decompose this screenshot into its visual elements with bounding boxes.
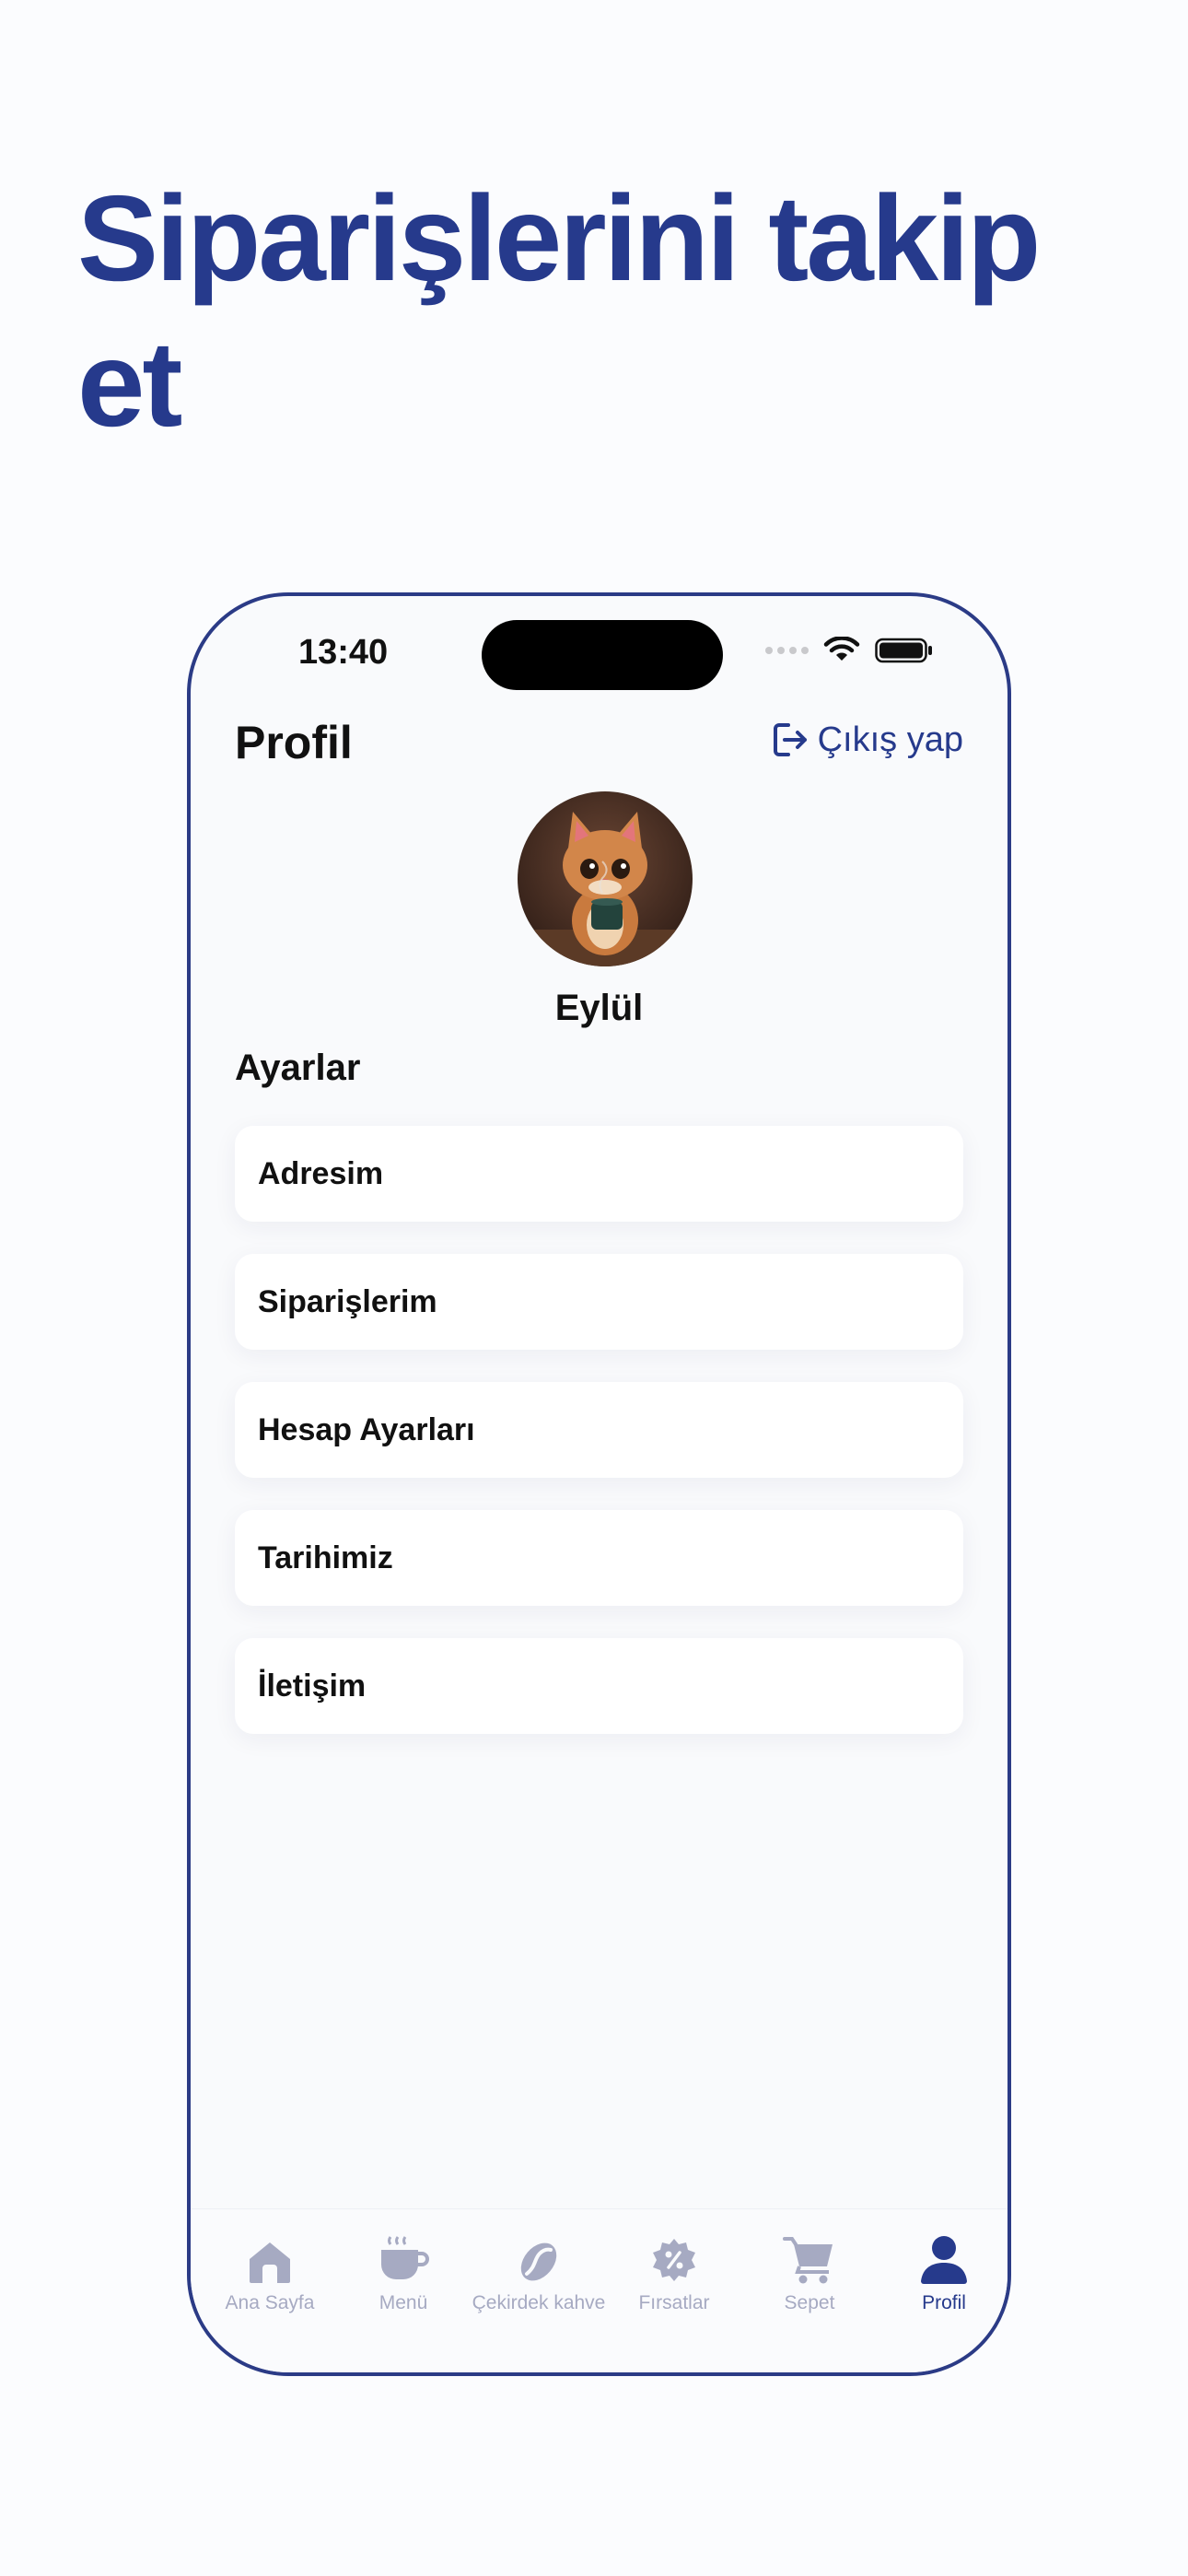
settings-item-history[interactable]: Tarihimiz bbox=[235, 1510, 963, 1606]
tab-label: Menü bbox=[379, 2292, 428, 2313]
tab-bar: Ana Sayfa Menü Çekirdek kahve Fırsatlar … bbox=[191, 2208, 1007, 2372]
tab-label: Profil bbox=[922, 2292, 966, 2313]
cat-avatar-image bbox=[518, 791, 693, 966]
page-title: Profil bbox=[235, 717, 353, 768]
tab-label: Sepet bbox=[784, 2292, 835, 2313]
phone-frame: 13:40 Profil Çıkış yap Eylül Ayarlar Adr… bbox=[187, 592, 1011, 2376]
dynamic-island bbox=[482, 620, 723, 690]
tab-label: Fırsatlar bbox=[638, 2292, 710, 2313]
cart-icon bbox=[783, 2237, 833, 2284]
cellular-signal-icon bbox=[765, 647, 809, 654]
settings-section-title: Ayarlar bbox=[235, 1048, 361, 1088]
tab-home[interactable]: Ana Sayfa bbox=[201, 2228, 339, 2314]
avatar[interactable] bbox=[518, 791, 693, 966]
coffee-cup-icon bbox=[381, 2236, 429, 2279]
status-icons bbox=[765, 637, 934, 664]
tab-profile[interactable]: Profil bbox=[875, 2228, 1007, 2314]
logout-icon bbox=[773, 723, 807, 756]
tab-coffee-beans[interactable]: Çekirdek kahve bbox=[470, 2228, 608, 2314]
logout-label: Çıkış yap bbox=[817, 720, 963, 759]
tab-label: Ana Sayfa bbox=[225, 2292, 315, 2313]
settings-list: Adresim Siparişlerim Hesap Ayarları Tari… bbox=[235, 1126, 963, 1766]
tab-cart[interactable]: Sepet bbox=[740, 2228, 879, 2314]
home-icon bbox=[250, 2242, 290, 2283]
status-time: 13:40 bbox=[298, 633, 389, 672]
user-name: Eylül bbox=[554, 988, 644, 1028]
battery-icon bbox=[875, 638, 932, 663]
profile-header: Profil Çıkış yap bbox=[235, 708, 963, 782]
coffee-bean-icon bbox=[520, 2242, 557, 2281]
logout-button[interactable]: Çıkış yap bbox=[770, 720, 963, 760]
settings-item-contact[interactable]: İletişim bbox=[235, 1638, 963, 1734]
user-icon bbox=[921, 2236, 967, 2284]
status-bar: 13:40 bbox=[191, 596, 1007, 707]
tab-label: Çekirdek kahve bbox=[472, 2292, 606, 2313]
tab-menu[interactable]: Menü bbox=[334, 2228, 472, 2314]
discount-icon bbox=[653, 2239, 695, 2281]
wifi-icon bbox=[823, 637, 860, 661]
settings-item-account[interactable]: Hesap Ayarları bbox=[235, 1382, 963, 1478]
marketing-headline: Siparişlerini takip et bbox=[77, 170, 1041, 451]
settings-item-orders[interactable]: Siparişlerim bbox=[235, 1254, 963, 1350]
settings-item-address[interactable]: Adresim bbox=[235, 1126, 963, 1222]
tab-deals[interactable]: Fırsatlar bbox=[605, 2228, 743, 2314]
